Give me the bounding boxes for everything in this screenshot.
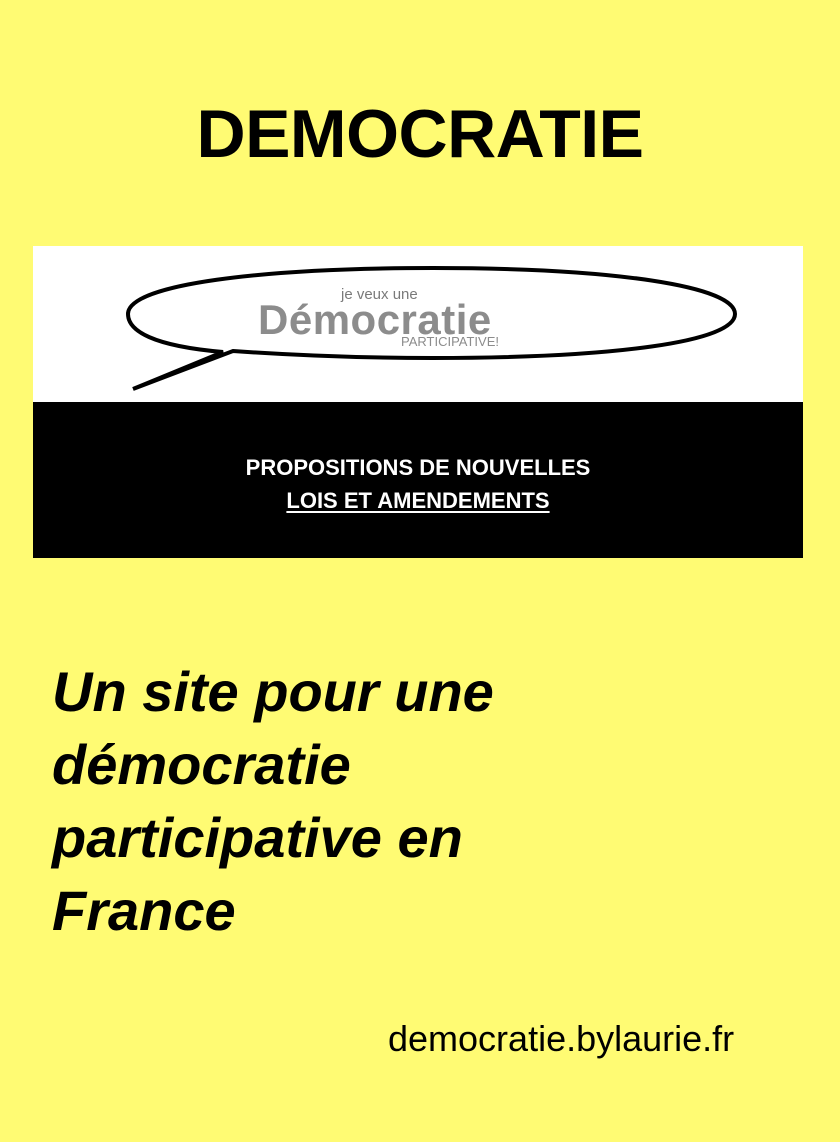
tagline: Un site pour une démocratie participativ…	[52, 655, 612, 947]
propositions-heading: PROPOSITIONS DE NOUVELLES	[245, 455, 591, 480]
tagline-line: participative en	[52, 806, 463, 869]
propositions-link[interactable]: LOIS ET AMENDEMENTS	[286, 488, 549, 513]
logo-subtitle: PARTICIPATIVE!	[401, 334, 500, 349]
propositions-link-line: LOIS ET AMENDEMENTS	[33, 488, 803, 514]
speech-bubble-logo: je veux une Démocratie PARTICIPATIVE!	[33, 246, 803, 402]
banner: je veux une Démocratie PARTICIPATIVE! PR…	[33, 246, 803, 558]
tagline-line: Un site pour une	[52, 660, 494, 723]
tagline-line: France	[52, 879, 236, 942]
tagline-line: démocratie	[52, 733, 351, 796]
page-title: DEMOCRATIE	[196, 96, 644, 172]
propositions-panel: PROPOSITIONS DE NOUVELLES LOIS ET AMENDE…	[33, 402, 803, 558]
site-url: democratie.bylaurie.fr	[388, 1018, 735, 1059]
